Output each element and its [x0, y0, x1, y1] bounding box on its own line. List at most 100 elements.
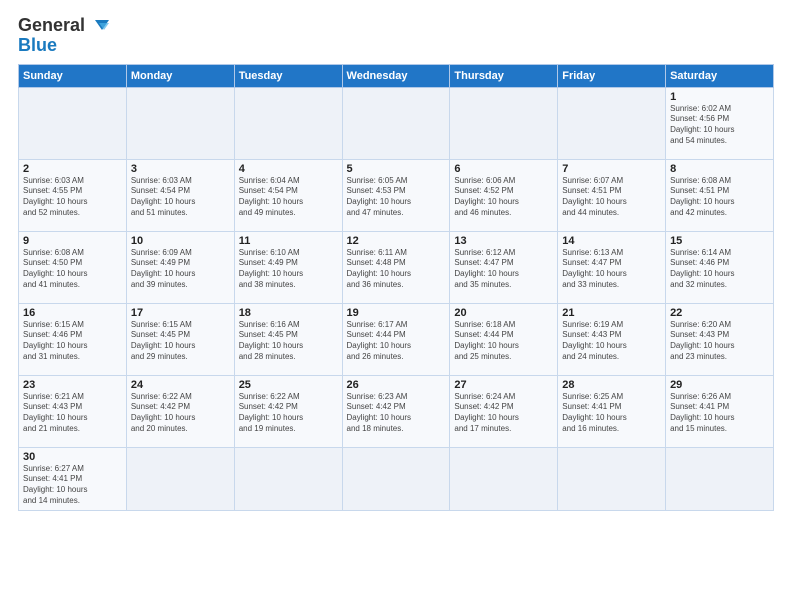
day-info: Sunrise: 6:18 AM Sunset: 4:44 PM Dayligh… — [454, 320, 553, 363]
day-number: 22 — [670, 307, 769, 319]
day-info: Sunrise: 6:07 AM Sunset: 4:51 PM Dayligh… — [562, 176, 661, 219]
calendar-day-cell: 1Sunrise: 6:02 AM Sunset: 4:56 PM Daylig… — [666, 87, 774, 159]
weekday-header-tuesday: Tuesday — [234, 64, 342, 87]
calendar-day-cell: 6Sunrise: 6:06 AM Sunset: 4:52 PM Daylig… — [450, 159, 558, 231]
day-number: 27 — [454, 379, 553, 391]
day-info: Sunrise: 6:13 AM Sunset: 4:47 PM Dayligh… — [562, 248, 661, 291]
day-number: 25 — [239, 379, 338, 391]
day-info: Sunrise: 6:16 AM Sunset: 4:45 PM Dayligh… — [239, 320, 338, 363]
day-info: Sunrise: 6:10 AM Sunset: 4:49 PM Dayligh… — [239, 248, 338, 291]
day-info: Sunrise: 6:09 AM Sunset: 4:49 PM Dayligh… — [131, 248, 230, 291]
day-info: Sunrise: 6:02 AM Sunset: 4:56 PM Dayligh… — [670, 104, 769, 147]
weekday-header-wednesday: Wednesday — [342, 64, 450, 87]
calendar-day-cell: 8Sunrise: 6:08 AM Sunset: 4:51 PM Daylig… — [666, 159, 774, 231]
day-number: 12 — [347, 235, 446, 247]
weekday-header-saturday: Saturday — [666, 64, 774, 87]
calendar-day-cell: 13Sunrise: 6:12 AM Sunset: 4:47 PM Dayli… — [450, 231, 558, 303]
calendar-week-row: 9Sunrise: 6:08 AM Sunset: 4:50 PM Daylig… — [19, 231, 774, 303]
calendar-day-cell: 2Sunrise: 6:03 AM Sunset: 4:55 PM Daylig… — [19, 159, 127, 231]
day-number: 26 — [347, 379, 446, 391]
calendar-week-row: 30Sunrise: 6:27 AM Sunset: 4:41 PM Dayli… — [19, 447, 774, 510]
logo-general: General — [18, 16, 85, 36]
day-info: Sunrise: 6:25 AM Sunset: 4:41 PM Dayligh… — [562, 392, 661, 435]
weekday-header-row: SundayMondayTuesdayWednesdayThursdayFrid… — [19, 64, 774, 87]
calendar-day-cell: 17Sunrise: 6:15 AM Sunset: 4:45 PM Dayli… — [126, 303, 234, 375]
day-number: 13 — [454, 235, 553, 247]
day-number: 21 — [562, 307, 661, 319]
day-number: 9 — [23, 235, 122, 247]
calendar-day-cell: 21Sunrise: 6:19 AM Sunset: 4:43 PM Dayli… — [558, 303, 666, 375]
calendar-day-cell: 16Sunrise: 6:15 AM Sunset: 4:46 PM Dayli… — [19, 303, 127, 375]
day-number: 16 — [23, 307, 122, 319]
calendar-week-row: 23Sunrise: 6:21 AM Sunset: 4:43 PM Dayli… — [19, 375, 774, 447]
calendar-day-cell — [126, 87, 234, 159]
calendar-day-cell: 9Sunrise: 6:08 AM Sunset: 4:50 PM Daylig… — [19, 231, 127, 303]
day-info: Sunrise: 6:22 AM Sunset: 4:42 PM Dayligh… — [239, 392, 338, 435]
weekday-header-sunday: Sunday — [19, 64, 127, 87]
day-number: 14 — [562, 235, 661, 247]
calendar-day-cell — [450, 87, 558, 159]
calendar-day-cell: 28Sunrise: 6:25 AM Sunset: 4:41 PM Dayli… — [558, 375, 666, 447]
day-info: Sunrise: 6:06 AM Sunset: 4:52 PM Dayligh… — [454, 176, 553, 219]
calendar-day-cell: 14Sunrise: 6:13 AM Sunset: 4:47 PM Dayli… — [558, 231, 666, 303]
day-number: 30 — [23, 451, 122, 463]
calendar-day-cell: 20Sunrise: 6:18 AM Sunset: 4:44 PM Dayli… — [450, 303, 558, 375]
calendar-day-cell: 27Sunrise: 6:24 AM Sunset: 4:42 PM Dayli… — [450, 375, 558, 447]
day-info: Sunrise: 6:21 AM Sunset: 4:43 PM Dayligh… — [23, 392, 122, 435]
day-info: Sunrise: 6:04 AM Sunset: 4:54 PM Dayligh… — [239, 176, 338, 219]
calendar-day-cell — [666, 447, 774, 510]
day-info: Sunrise: 6:03 AM Sunset: 4:54 PM Dayligh… — [131, 176, 230, 219]
day-number: 7 — [562, 163, 661, 175]
day-info: Sunrise: 6:24 AM Sunset: 4:42 PM Dayligh… — [454, 392, 553, 435]
logo-bird-icon — [87, 18, 109, 34]
calendar-day-cell: 10Sunrise: 6:09 AM Sunset: 4:49 PM Dayli… — [126, 231, 234, 303]
day-number: 5 — [347, 163, 446, 175]
day-info: Sunrise: 6:17 AM Sunset: 4:44 PM Dayligh… — [347, 320, 446, 363]
calendar-day-cell: 23Sunrise: 6:21 AM Sunset: 4:43 PM Dayli… — [19, 375, 127, 447]
calendar-day-cell — [558, 87, 666, 159]
day-info: Sunrise: 6:23 AM Sunset: 4:42 PM Dayligh… — [347, 392, 446, 435]
day-number: 3 — [131, 163, 230, 175]
day-number: 1 — [670, 91, 769, 103]
calendar-day-cell: 24Sunrise: 6:22 AM Sunset: 4:42 PM Dayli… — [126, 375, 234, 447]
weekday-header-monday: Monday — [126, 64, 234, 87]
calendar-day-cell — [126, 447, 234, 510]
day-number: 6 — [454, 163, 553, 175]
day-number: 20 — [454, 307, 553, 319]
calendar-day-cell: 11Sunrise: 6:10 AM Sunset: 4:49 PM Dayli… — [234, 231, 342, 303]
day-number: 11 — [239, 235, 338, 247]
calendar-day-cell: 3Sunrise: 6:03 AM Sunset: 4:54 PM Daylig… — [126, 159, 234, 231]
calendar-day-cell: 25Sunrise: 6:22 AM Sunset: 4:42 PM Dayli… — [234, 375, 342, 447]
day-number: 28 — [562, 379, 661, 391]
calendar-day-cell — [234, 447, 342, 510]
day-number: 15 — [670, 235, 769, 247]
calendar-day-cell — [234, 87, 342, 159]
day-info: Sunrise: 6:15 AM Sunset: 4:45 PM Dayligh… — [131, 320, 230, 363]
header: General Blue — [18, 16, 774, 56]
day-number: 18 — [239, 307, 338, 319]
calendar-day-cell: 22Sunrise: 6:20 AM Sunset: 4:43 PM Dayli… — [666, 303, 774, 375]
calendar-day-cell: 30Sunrise: 6:27 AM Sunset: 4:41 PM Dayli… — [19, 447, 127, 510]
calendar-day-cell — [19, 87, 127, 159]
day-number: 23 — [23, 379, 122, 391]
day-number: 4 — [239, 163, 338, 175]
calendar-day-cell: 5Sunrise: 6:05 AM Sunset: 4:53 PM Daylig… — [342, 159, 450, 231]
day-number: 24 — [131, 379, 230, 391]
day-number: 19 — [347, 307, 446, 319]
calendar-day-cell — [558, 447, 666, 510]
calendar-day-cell — [342, 87, 450, 159]
day-info: Sunrise: 6:26 AM Sunset: 4:41 PM Dayligh… — [670, 392, 769, 435]
calendar-day-cell — [450, 447, 558, 510]
day-info: Sunrise: 6:22 AM Sunset: 4:42 PM Dayligh… — [131, 392, 230, 435]
calendar-table: SundayMondayTuesdayWednesdayThursdayFrid… — [18, 64, 774, 511]
day-info: Sunrise: 6:14 AM Sunset: 4:46 PM Dayligh… — [670, 248, 769, 291]
day-info: Sunrise: 6:19 AM Sunset: 4:43 PM Dayligh… — [562, 320, 661, 363]
calendar-day-cell: 18Sunrise: 6:16 AM Sunset: 4:45 PM Dayli… — [234, 303, 342, 375]
day-number: 17 — [131, 307, 230, 319]
calendar-day-cell: 12Sunrise: 6:11 AM Sunset: 4:48 PM Dayli… — [342, 231, 450, 303]
calendar-day-cell: 26Sunrise: 6:23 AM Sunset: 4:42 PM Dayli… — [342, 375, 450, 447]
day-number: 29 — [670, 379, 769, 391]
calendar-day-cell: 7Sunrise: 6:07 AM Sunset: 4:51 PM Daylig… — [558, 159, 666, 231]
calendar-day-cell: 4Sunrise: 6:04 AM Sunset: 4:54 PM Daylig… — [234, 159, 342, 231]
day-info: Sunrise: 6:11 AM Sunset: 4:48 PM Dayligh… — [347, 248, 446, 291]
